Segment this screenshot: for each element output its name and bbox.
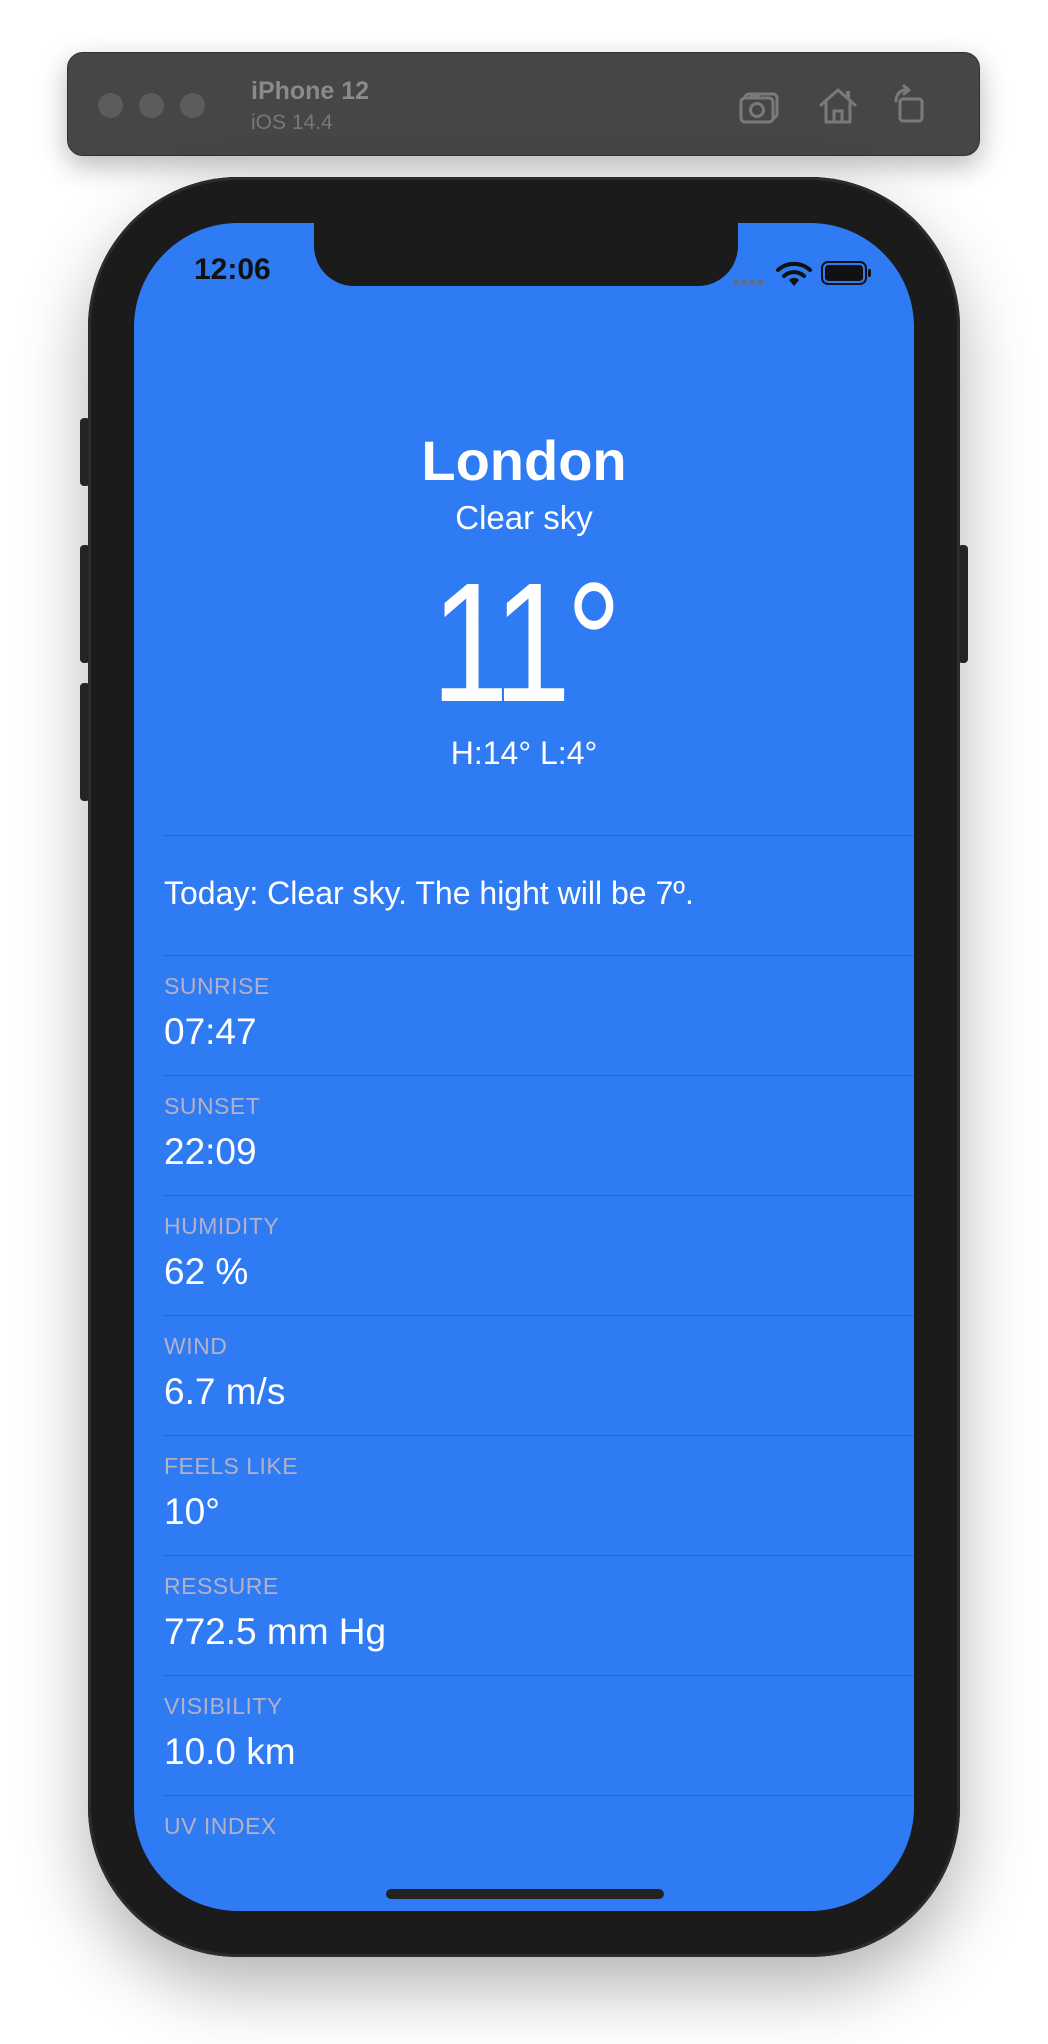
- detail-value: 10°: [164, 1491, 220, 1532]
- status-icons: [734, 261, 871, 286]
- home-icon: [819, 88, 857, 124]
- daily-summary: Today: Clear sky. The hight will be 7º.: [164, 875, 694, 911]
- city-name: London: [421, 429, 627, 492]
- detail-label: FEELS LIKE: [164, 1453, 299, 1479]
- detail-value: 6.7 m/s: [164, 1371, 286, 1412]
- simulator-os-version: iOS 14.4: [251, 111, 333, 134]
- detail-value: 07:47: [164, 1011, 257, 1052]
- detail-label: SUNSET: [164, 1093, 261, 1119]
- detail-row-wind: WIND 6.7 m/s: [164, 1315, 914, 1435]
- wifi-icon: [776, 261, 812, 286]
- detail-row-sunrise: SUNRISE 07:47: [164, 955, 914, 1075]
- detail-row-visibility: VISIBILITY 10.0 km: [164, 1675, 914, 1795]
- cellular-signal-icon: [734, 280, 763, 285]
- detail-value: 772.5 mm Hg: [164, 1611, 387, 1652]
- detail-label: HUMIDITY: [164, 1213, 280, 1239]
- zoom-window-button[interactable]: [180, 93, 205, 118]
- home-button[interactable]: [814, 83, 862, 127]
- detail-label: WIND: [164, 1333, 228, 1359]
- phone-frame: 12:06 London Clear sky 11° H:14° L:4° To…: [88, 177, 960, 1957]
- minimize-window-button[interactable]: [139, 93, 164, 118]
- high-low-temperature: H:14° L:4°: [450, 735, 598, 771]
- detail-label: UV INDEX: [164, 1813, 277, 1835]
- notch: [314, 223, 738, 286]
- detail-value: 22:09: [164, 1131, 257, 1172]
- screenshot-icon: [739, 92, 779, 124]
- simulator-toolbar: iPhone 12 iOS 14.4: [67, 52, 980, 156]
- divider: [164, 835, 914, 836]
- detail-value: 62 %: [164, 1251, 249, 1292]
- close-window-button[interactable]: [98, 93, 123, 118]
- rotate-icon: [894, 84, 924, 123]
- simulator-device-name: iPhone 12: [251, 77, 370, 105]
- detail-row-pressure: RESSURE 772.5 mm Hg: [164, 1555, 914, 1675]
- detail-label: RESSURE: [164, 1573, 279, 1599]
- detail-row-humidity: HUMIDITY 62 %: [164, 1195, 914, 1315]
- current-temperature: 11°: [431, 548, 622, 738]
- rotate-button[interactable]: [886, 83, 934, 127]
- weather-condition: Clear sky: [455, 499, 593, 536]
- detail-row-feels-like: FEELS LIKE 10°: [164, 1435, 914, 1555]
- app-screen: 12:06 London Clear sky 11° H:14° L:4° To…: [134, 223, 914, 1911]
- simulator-window: iPhone 12 iOS 14.4 12:06 London Clear sk…: [0, 0, 1048, 2044]
- battery-icon: [821, 261, 871, 285]
- screenshot-button[interactable]: [736, 83, 784, 127]
- detail-label: VISIBILITY: [164, 1693, 283, 1719]
- home-indicator[interactable]: [386, 1889, 664, 1899]
- status-time: 12:06: [194, 253, 271, 286]
- detail-label: SUNRISE: [164, 973, 270, 999]
- detail-row-uv-index: UV INDEX: [164, 1795, 914, 1835]
- detail-row-sunset: SUNSET 22:09: [164, 1075, 914, 1195]
- detail-value: 10.0 km: [164, 1731, 296, 1772]
